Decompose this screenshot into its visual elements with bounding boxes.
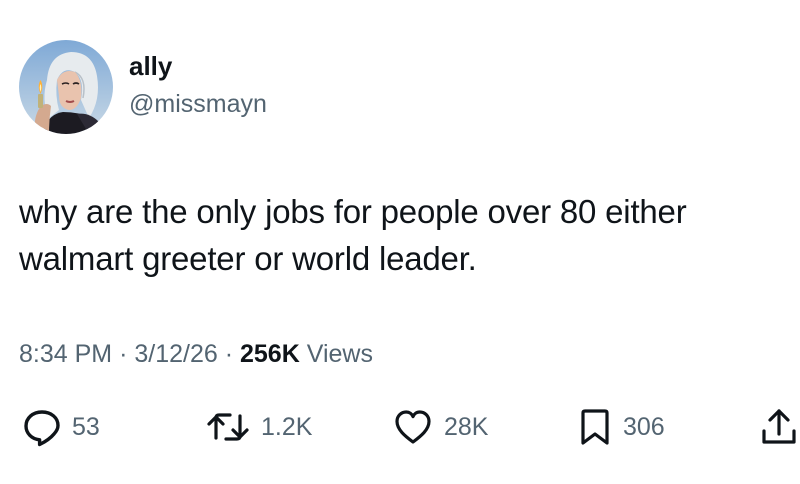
tweet-text-line: why are the only jobs for people over 80… — [19, 193, 687, 230]
reply-bubble-icon — [22, 407, 62, 447]
display-name[interactable]: ally — [129, 50, 172, 82]
reply-button[interactable]: 53 — [22, 405, 100, 449]
share-button[interactable] — [760, 405, 798, 449]
tweet-meta: 8:34 PM · 3/12/26 · 256K Views — [19, 338, 373, 370]
tweet-card: ally @missmayn why are the only jobs for… — [0, 0, 800, 484]
meta-separator: · — [224, 340, 234, 368]
repost-icon — [205, 407, 251, 447]
timestamp-time[interactable]: 8:34 PM — [19, 340, 112, 368]
like-count: 28K — [444, 412, 489, 441]
meta-separator: · — [119, 340, 128, 368]
repost-button[interactable]: 1.2K — [205, 405, 312, 449]
action-bar: 53 1.2K 28K 306 — [0, 405, 800, 449]
heart-icon — [392, 407, 434, 447]
views-count[interactable]: 256K — [240, 340, 300, 368]
bookmark-icon — [577, 407, 613, 447]
avatar-image — [19, 40, 113, 134]
like-button[interactable]: 28K — [392, 405, 488, 449]
bookmark-count: 306 — [623, 412, 665, 441]
user-handle[interactable]: @missmayn — [129, 88, 267, 120]
bookmark-button[interactable]: 306 — [577, 405, 665, 449]
share-icon — [760, 407, 798, 447]
reply-count: 53 — [72, 412, 100, 441]
tweet-text: why are the only jobs for people over 80… — [19, 188, 789, 282]
timestamp-date[interactable]: 3/12/26 — [134, 340, 217, 368]
views-label: Views — [306, 340, 373, 368]
repost-count: 1.2K — [261, 412, 313, 441]
tweet-text-line: walmart greeter or world leader. — [19, 240, 477, 277]
avatar[interactable] — [19, 40, 113, 134]
